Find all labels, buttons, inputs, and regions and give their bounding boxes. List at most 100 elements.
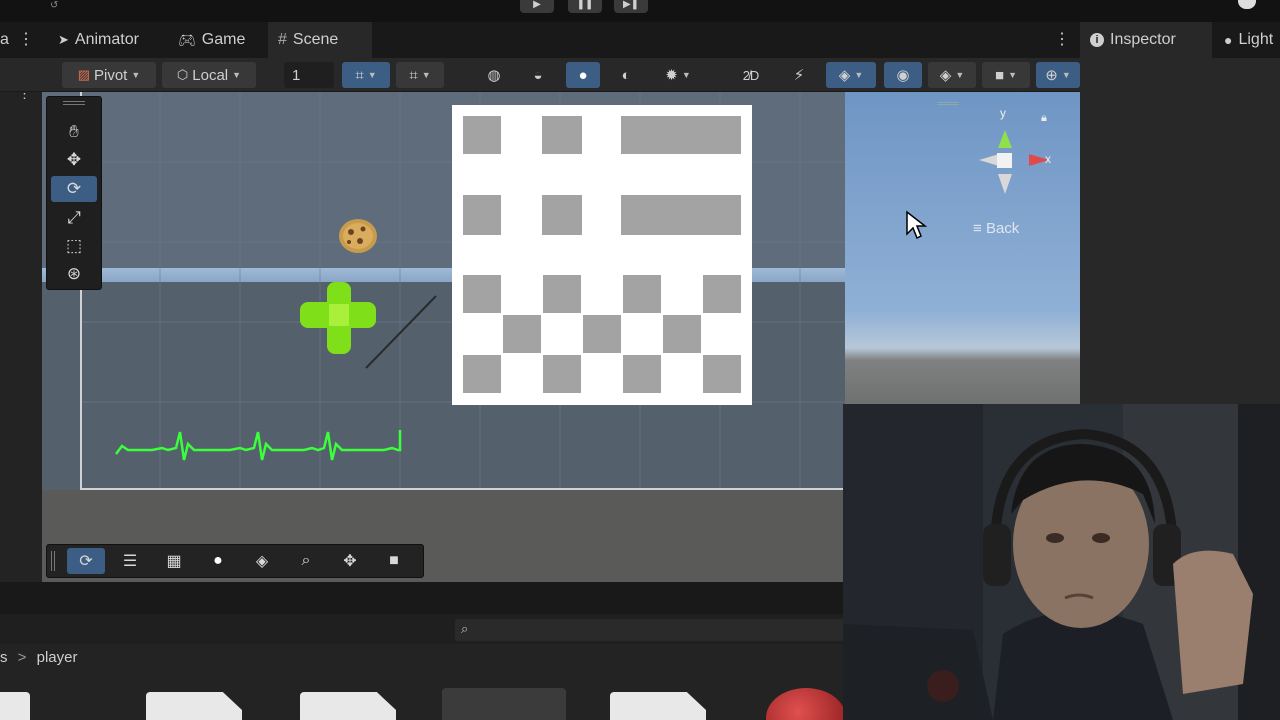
asset-script-file[interactable] (146, 692, 242, 720)
camera-icon: ■ (389, 552, 399, 569)
pause-button[interactable]: ❚❚ (568, 0, 602, 13)
drag-handle[interactable] (63, 101, 85, 105)
grid-snap-toggle[interactable]: ⌗ ▼ (396, 62, 444, 88)
2d-toggle[interactable]: 2̸D (734, 62, 768, 88)
move-tool[interactable]: ✥ (51, 147, 97, 173)
gizmos-dropdown[interactable]: ⊕ ▼ (1036, 62, 1080, 88)
webcam-overlay (843, 404, 1280, 720)
tile (703, 275, 741, 313)
pivot-icon: ▨ (77, 67, 90, 82)
tab-animator[interactable]: ➤ Animator (48, 22, 149, 58)
effects-dropdown[interactable]: ◈ ▼ (928, 62, 976, 88)
mouse-cursor-icon (906, 210, 927, 240)
local-dropdown[interactable]: ⬡ Local ▼ (162, 62, 256, 88)
rect-icon: ⬚ (65, 236, 83, 255)
stick-sprite[interactable] (360, 292, 440, 372)
unlit-toggle[interactable]: ◐ (610, 62, 642, 88)
tile-panel-sprite[interactable] (452, 105, 752, 405)
grid-button[interactable]: ▦ (155, 548, 193, 574)
cube-icon: ⬡ (176, 67, 189, 82)
scene-view[interactable]: ✋︎ ✥ ⟳ ⤢ ⬚ ⊛ ⟳ ☰ ▦ ● ◈ ⌕ ✥ ■ (42, 92, 845, 582)
account-icon[interactable] (1238, 0, 1256, 9)
menu-icon: ≡ (973, 220, 982, 237)
chevron-down-icon: ▼ (955, 70, 965, 80)
lighting-toggle[interactable]: ⚡︎ (782, 62, 816, 88)
scale-tool[interactable]: ⤢ (51, 205, 97, 231)
settings-button[interactable]: ☰ (111, 548, 149, 574)
asset-script-file[interactable] (610, 692, 706, 720)
sliders-icon: ☰ (122, 553, 138, 570)
bug-icon: ✹ (665, 67, 678, 84)
tab-lighting[interactable]: ● Light (1214, 22, 1280, 58)
visibility-toggle[interactable]: ◉ (884, 62, 922, 88)
hash-icon: # (278, 31, 287, 48)
asset-script-file[interactable] (300, 692, 396, 720)
step-button[interactable]: ▶❚ (614, 0, 648, 13)
shaded-wire-toggle[interactable]: ◒ (522, 62, 554, 88)
tab-fragment[interactable]: a (0, 22, 9, 58)
rect-tool[interactable]: ⬚ (51, 233, 97, 259)
grid-size-input[interactable]: 1 (284, 62, 334, 88)
cookie-sprite[interactable] (336, 216, 380, 256)
status-strip (0, 582, 845, 614)
debug-draw-dropdown[interactable]: ✹ ▼ (654, 62, 702, 88)
tools-overlay: ✋︎ ✥ ⟳ ⤢ ⬚ ⊛ (46, 96, 102, 290)
scene-gizmo-area[interactable]: y 🔒︎ x ≡ Back (845, 92, 1080, 404)
rotate-icon: ⟳ (79, 553, 93, 570)
tile-wide (621, 116, 741, 154)
heartbeat-line-sprite[interactable] (112, 424, 412, 464)
tab-game[interactable]: 🎮︎ Game (168, 22, 255, 58)
pivot-label: Pivot (94, 66, 128, 84)
camera-button[interactable]: ■ (375, 548, 413, 574)
grid-visibility-toggle[interactable]: ⌗ ▼ (342, 62, 390, 88)
inspector-tab-strip: i Inspector ● Light (1080, 22, 1280, 58)
asset-script-file[interactable] (0, 692, 30, 720)
shaded-toggle[interactable]: ● (566, 62, 600, 88)
tab-inspector[interactable]: i Inspector (1080, 22, 1212, 58)
chevron-down-icon: ▼ (421, 70, 431, 80)
transform-icon: ⊛ (66, 264, 82, 283)
shading-button[interactable]: ● (199, 548, 237, 574)
project-search-input[interactable]: ⌕ (455, 619, 845, 641)
drag-handle[interactable] (937, 102, 959, 105)
search-icon: ⌕ (461, 621, 469, 636)
animator-icon: ➤ (58, 32, 69, 47)
play-button[interactable]: ▶ (520, 0, 554, 13)
tab-scene[interactable]: # Scene (268, 22, 372, 58)
globe-icon: ◍ (487, 67, 501, 84)
chevron-down-icon: ▼ (854, 70, 864, 80)
tab-label: Game (201, 31, 246, 48)
search-button[interactable]: ⌕ (287, 548, 325, 574)
snap-button[interactable]: ✥ (331, 548, 369, 574)
orientation-gizmo[interactable] (965, 122, 1055, 200)
transform-tool[interactable]: ⊛ (51, 261, 97, 287)
rotate-tool[interactable]: ⟳ (51, 176, 97, 202)
hand-tool[interactable]: ✋︎ (51, 119, 97, 145)
info-icon: i (1090, 33, 1104, 47)
asset-material-sphere[interactable] (766, 688, 845, 720)
scale-icon: ⤢ (67, 208, 81, 227)
kebab-menu-icon[interactable]: ⋮ (1054, 22, 1070, 58)
breadcrumb-prefix[interactable]: s (0, 649, 8, 666)
kebab-menu-icon[interactable]: ⋮ (18, 22, 34, 58)
bulb-icon: ● (1224, 32, 1233, 48)
orient-button[interactable]: ⟳ (67, 548, 105, 574)
asset-prefab[interactable] (442, 688, 566, 720)
view-mode-label[interactable]: ≡ Back (973, 220, 1019, 237)
layers-dropdown[interactable]: ◈ ▼ (826, 62, 876, 88)
sphere-wire-icon: ◒ (533, 66, 543, 84)
grid-snap-icon: ⌗ (409, 66, 418, 84)
grid-icon: ▦ (166, 553, 182, 570)
gizmo-globe-icon: ⊕ (1045, 67, 1058, 84)
camera-dropdown[interactable]: ■ ▼ (982, 62, 1030, 88)
tile (463, 116, 501, 154)
tab-label: Scene (292, 31, 339, 48)
breadcrumb-item-player[interactable]: player (37, 649, 78, 666)
move-icon: ✥ (343, 553, 357, 570)
layers-button[interactable]: ◈ (243, 548, 281, 574)
chevron-down-icon: ▼ (367, 70, 377, 80)
drag-handle[interactable] (51, 551, 55, 571)
pivot-dropdown[interactable]: ▨ Pivot ▼ (62, 62, 156, 88)
collab-icon[interactable]: ↺ (50, 0, 58, 11)
draw-mode-globe[interactable]: ◍ (478, 62, 510, 88)
